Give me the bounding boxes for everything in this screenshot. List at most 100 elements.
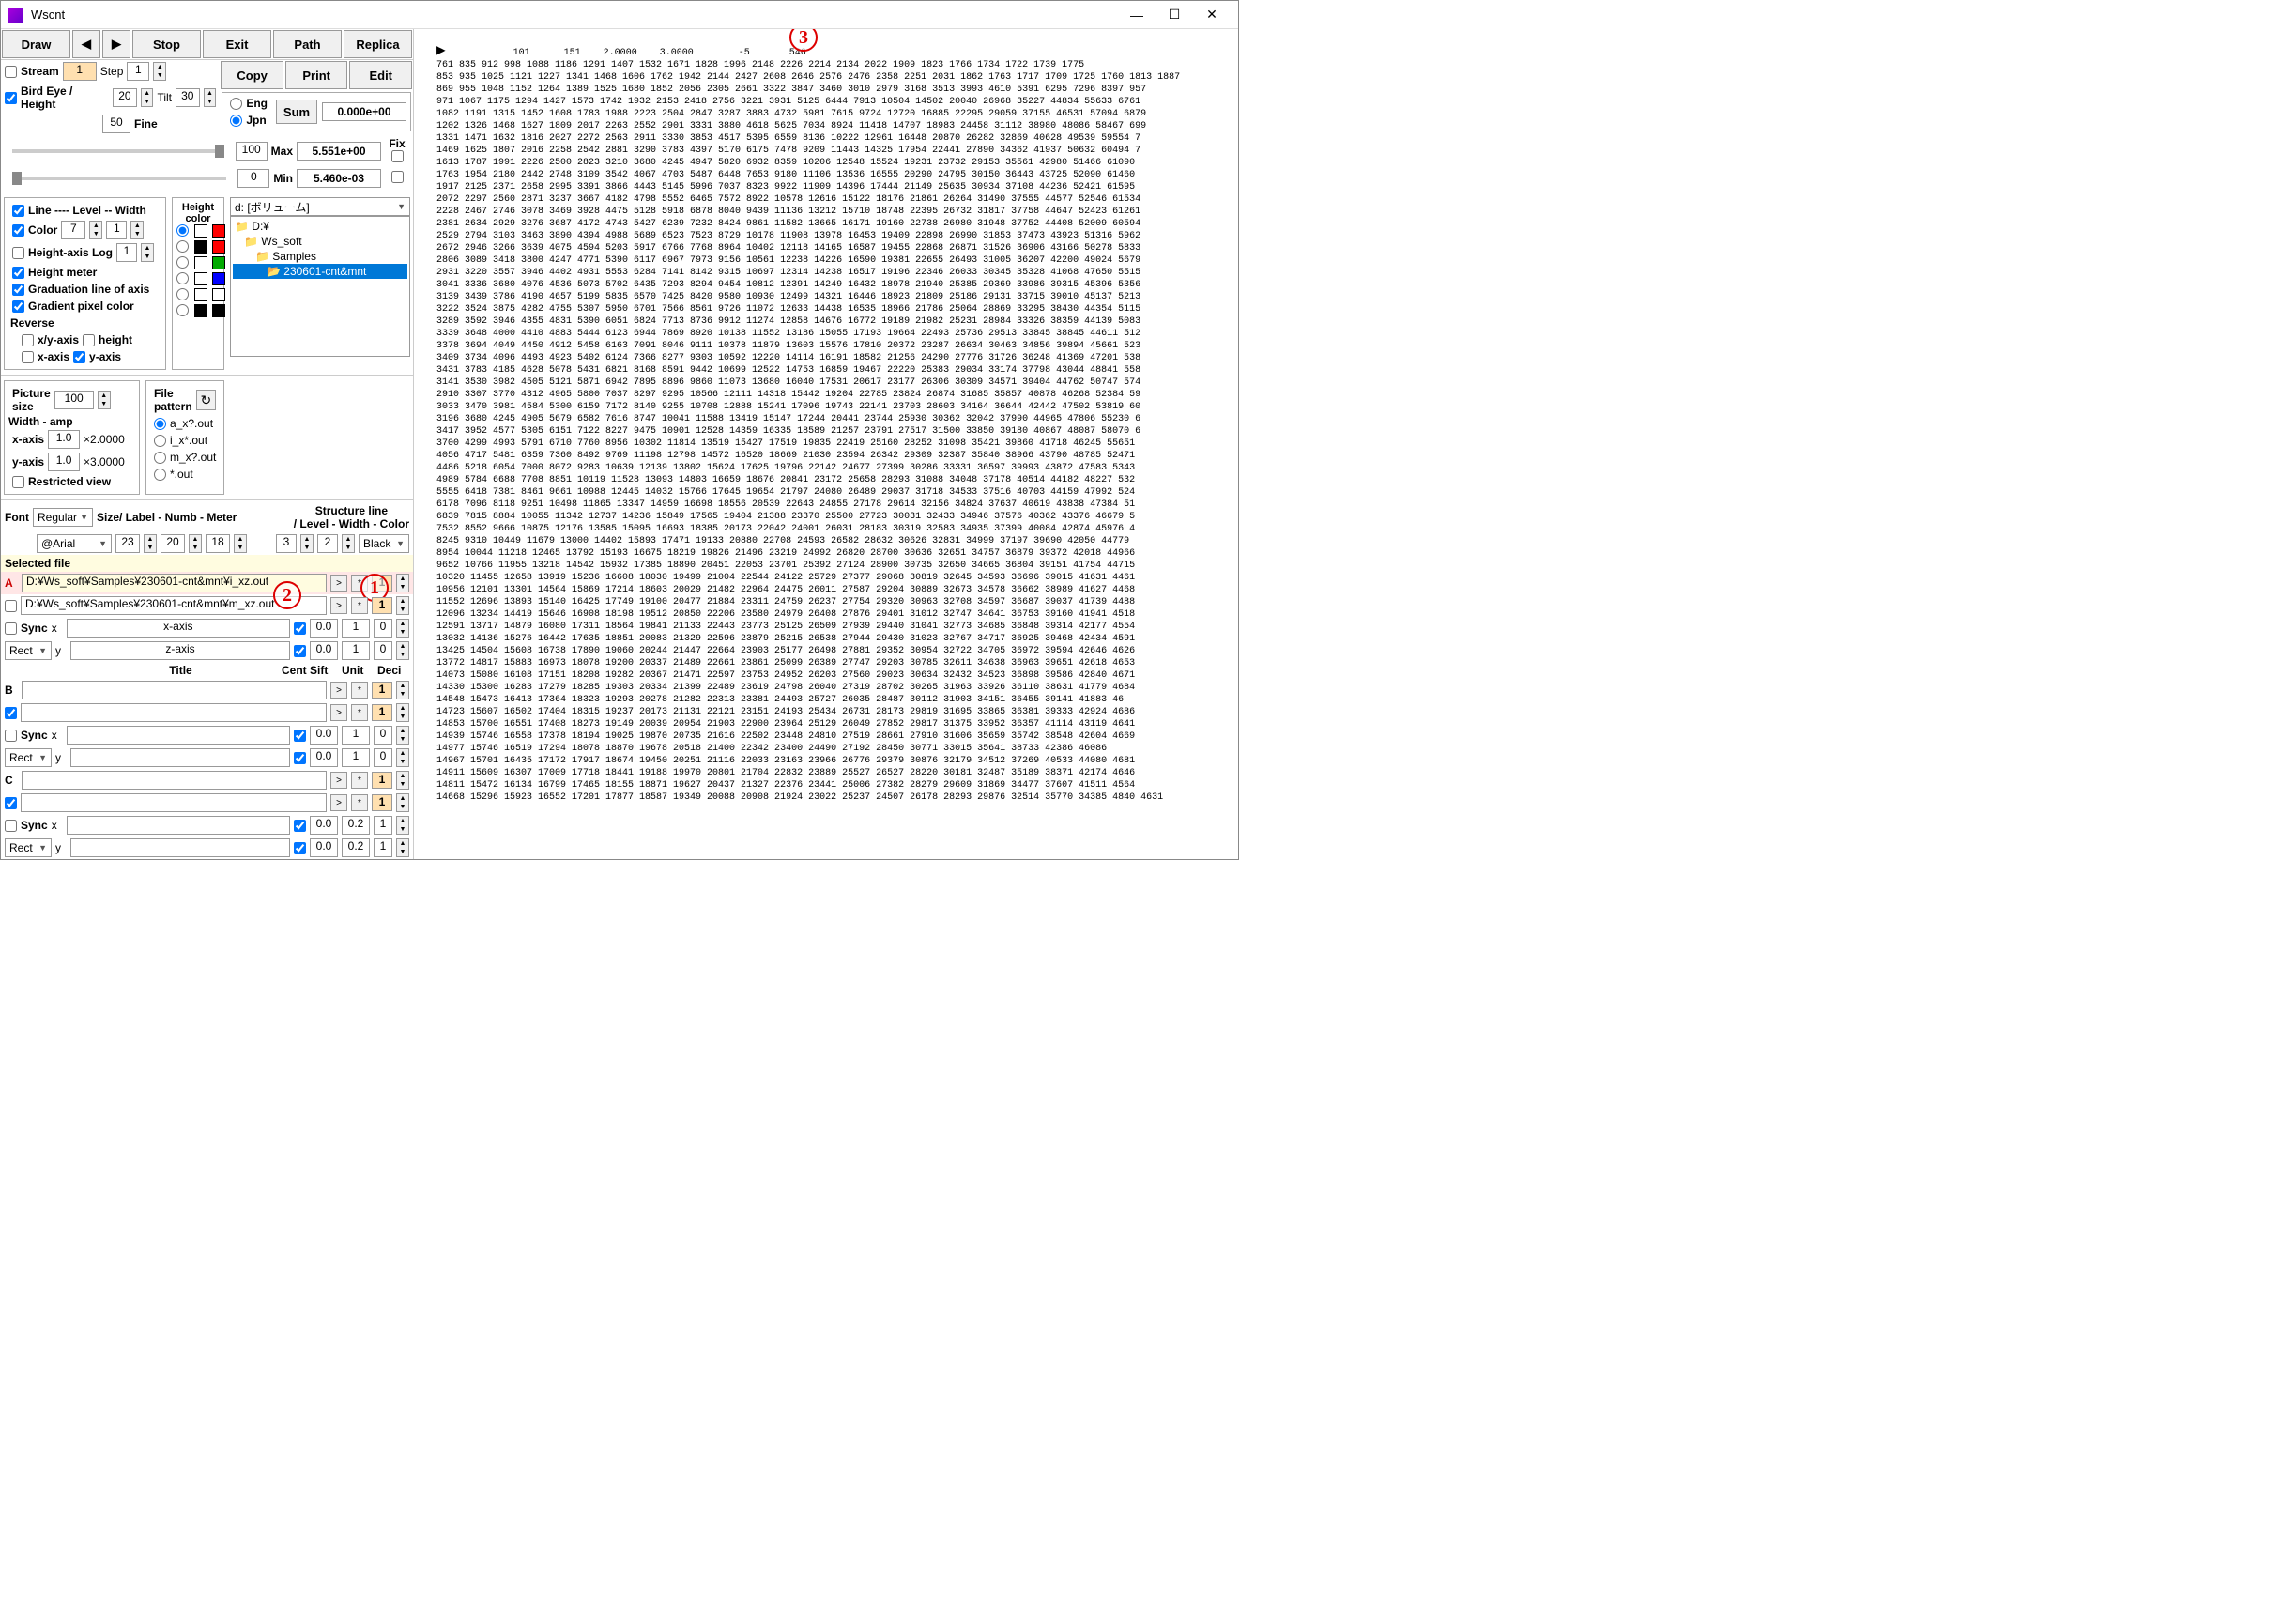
c-y-chk[interactable] [294, 842, 306, 854]
sync-b-checkbox[interactable] [5, 730, 17, 742]
c-x-axis[interactable] [67, 816, 290, 835]
c-y-spinner[interactable]: ▲▼ [396, 838, 409, 857]
hc-sw-0a[interactable] [194, 224, 207, 238]
c-y-d[interactable]: 1 [374, 838, 392, 857]
b-x-d[interactable]: 0 [374, 726, 392, 745]
b2-star-button[interactable]: * [351, 704, 368, 721]
font-s1[interactable]: 23 [115, 534, 140, 553]
a2-deci-spinner[interactable]: ▲▼ [396, 596, 409, 615]
tilt-value[interactable]: 30 [176, 88, 200, 107]
l2-spinner[interactable]: ▲▼ [342, 534, 355, 553]
hc-radio-4[interactable] [176, 288, 189, 300]
b-x-chk[interactable] [294, 730, 306, 742]
c-x-unit[interactable]: 0.2 [342, 816, 370, 835]
a-y-cs[interactable]: 0.0 [310, 641, 338, 660]
rect-c-combo[interactable]: Rect▼ [5, 838, 52, 857]
b2-deci-spinner[interactable]: ▲▼ [396, 703, 409, 722]
sync-a-checkbox[interactable] [5, 622, 17, 635]
pattern-1-radio[interactable] [154, 418, 166, 430]
hc-sw-5a[interactable] [194, 304, 207, 317]
next-button[interactable]: ▶ [102, 30, 130, 58]
a-y-chk[interactable] [294, 645, 306, 657]
font-s3[interactable]: 18 [206, 534, 230, 553]
c-y-cs[interactable]: 0.0 [310, 838, 338, 857]
hlog-checkbox[interactable] [12, 247, 24, 259]
fix-min-checkbox[interactable] [391, 171, 404, 183]
struct-l1[interactable]: 3 [276, 534, 297, 553]
font-family-combo[interactable]: @Arial▼ [37, 534, 112, 553]
height-spinner[interactable]: ▲▼ [141, 88, 154, 107]
hlog-v[interactable]: 1 [116, 243, 137, 262]
a-x-spinner[interactable]: ▲▼ [396, 619, 409, 638]
jpn-radio[interactable] [230, 115, 242, 127]
c2-deci[interactable]: 1 [372, 794, 392, 811]
hc-radio-1[interactable] [176, 240, 189, 253]
eng-radio[interactable] [230, 98, 242, 110]
picsize-spinner[interactable]: ▲▼ [98, 391, 111, 409]
file-c-path[interactable] [22, 771, 327, 790]
s1-spinner[interactable]: ▲▼ [144, 534, 157, 553]
colorv-spinner[interactable]: ▲▼ [89, 221, 102, 239]
b-y-d[interactable]: 0 [374, 748, 392, 767]
line-checkbox[interactable] [12, 205, 24, 217]
b-x-axis[interactable] [67, 726, 290, 745]
slider-1[interactable] [12, 149, 224, 153]
file-a2-checkbox[interactable] [5, 600, 17, 612]
data-output-pane[interactable]: ▶ 101 151 2.0000 3.0000 -5 546 761 835 9… [414, 29, 1238, 846]
slider-2[interactable] [12, 177, 226, 180]
a2-deci[interactable]: 1 [372, 597, 392, 614]
colorw-spinner[interactable]: ▲▼ [130, 221, 144, 239]
slider2-val[interactable]: 0 [237, 169, 269, 188]
draw-button[interactable]: Draw [2, 30, 70, 58]
replica-button[interactable]: Replica [344, 30, 412, 58]
restricted-view-checkbox[interactable] [12, 476, 24, 488]
rect-b-combo[interactable]: Rect▼ [5, 748, 52, 767]
struct-color-combo[interactable]: Black▼ [359, 534, 409, 553]
c-deci[interactable]: 1 [372, 772, 392, 789]
hc-sw-4a[interactable] [194, 288, 207, 301]
print-button[interactable]: Print [285, 61, 348, 89]
edit-button[interactable]: Edit [349, 61, 412, 89]
pattern-3-radio[interactable] [154, 452, 166, 464]
pattern-2-radio[interactable] [154, 435, 166, 447]
b-deci[interactable]: 1 [372, 682, 392, 699]
a-y-axis[interactable]: z-axis [70, 641, 290, 660]
a-y-spinner[interactable]: ▲▼ [396, 641, 409, 660]
tree-item-samples[interactable]: 📁 Samples [233, 249, 407, 264]
c2-deci-spinner[interactable]: ▲▼ [396, 793, 409, 812]
reload-button[interactable]: ↻ [196, 390, 216, 410]
close-button[interactable]: ✕ [1193, 2, 1231, 28]
prev-button[interactable]: ◀ [72, 30, 100, 58]
a-x-chk[interactable] [294, 622, 306, 635]
c-y-unit[interactable]: 0.2 [342, 838, 370, 857]
b-x-unit[interactable]: 1 [342, 726, 370, 745]
picsize-v[interactable]: 100 [54, 391, 94, 409]
rev-xy-checkbox[interactable] [22, 334, 34, 346]
hc-radio-3[interactable] [176, 272, 189, 284]
b2-deci[interactable]: 1 [372, 704, 392, 721]
l1-spinner[interactable]: ▲▼ [300, 534, 314, 553]
height-value[interactable]: 20 [113, 88, 137, 107]
b-star-button[interactable]: * [351, 682, 368, 699]
b-x-spinner[interactable]: ▲▼ [396, 726, 409, 745]
hc-sw-1a[interactable] [194, 240, 207, 254]
font-style-combo[interactable]: Regular▼ [33, 508, 93, 527]
color-v[interactable]: 7 [61, 221, 85, 239]
file-b2-checkbox[interactable] [5, 707, 17, 719]
stream-value[interactable]: 1 [63, 62, 97, 81]
a-x-cs[interactable]: 0.0 [310, 619, 338, 638]
s2-spinner[interactable]: ▲▼ [189, 534, 202, 553]
hc-sw-1b[interactable] [212, 240, 225, 254]
c-x-spinner[interactable]: ▲▼ [396, 816, 409, 835]
drive-combo[interactable]: d: [ボリューム]▼ [230, 197, 410, 216]
rev-y-checkbox[interactable] [73, 351, 85, 363]
b-y-unit[interactable]: 1 [342, 748, 370, 767]
hc-radio-0[interactable] [176, 224, 189, 237]
folder-tree[interactable]: 📁 D:¥ 📁 Ws_soft 📁 Samples 📂 230601-cnt&m… [230, 216, 410, 357]
a-x-d[interactable]: 0 [374, 619, 392, 638]
c2-gt-button[interactable]: > [330, 794, 347, 811]
struct-l2[interactable]: 2 [317, 534, 338, 553]
rect-a-combo[interactable]: Rect▼ [5, 641, 52, 660]
play-icon[interactable]: ▶ [436, 42, 446, 59]
b-deci-spinner[interactable]: ▲▼ [396, 681, 409, 699]
